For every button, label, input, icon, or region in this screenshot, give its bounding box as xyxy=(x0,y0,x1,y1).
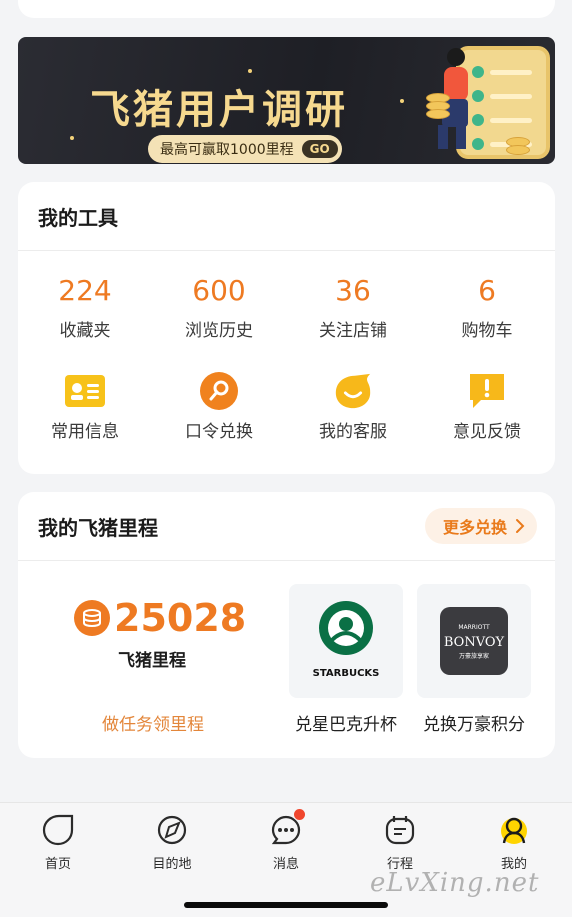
my-miles-card: 我的飞猪里程 更多兑换 25028 飞猪里程 做任务领里程 STARBUCKS … xyxy=(18,492,555,758)
home-icon xyxy=(41,813,75,847)
sparkle-dot xyxy=(70,136,74,140)
stat-label: 浏览历史 xyxy=(185,321,253,341)
svg-text:STARBUCKS: STARBUCKS xyxy=(313,668,380,679)
stat-value: 36 xyxy=(335,274,371,307)
miles-amount[interactable]: 25028 xyxy=(114,596,246,640)
tab-profile[interactable]: 我的 xyxy=(474,813,554,872)
destination-icon xyxy=(155,813,189,847)
svg-text:MARRIOTT: MARRIOTT xyxy=(458,624,490,631)
svg-text:BONVOY: BONVOY xyxy=(444,635,505,650)
starbucks-tile[interactable]: STARBUCKS xyxy=(289,584,403,698)
profile-icon xyxy=(497,813,531,847)
key-search-icon xyxy=(198,372,240,410)
chevron-right-icon xyxy=(516,519,525,533)
more-redeem-button[interactable]: 更多兑换 xyxy=(424,508,537,544)
tool-label: 我的客服 xyxy=(319,422,387,442)
marriott-label[interactable]: 兑换万豪积分 xyxy=(404,710,544,735)
tab-messages[interactable]: 消息 xyxy=(246,809,326,872)
tool-customer-service[interactable]: 我的客服 xyxy=(286,372,420,442)
go-button[interactable]: GO xyxy=(301,140,338,158)
bottom-tab-bar: 首页 目的地 消息 行程 我的 xyxy=(0,802,572,917)
more-redeem-label: 更多兑换 xyxy=(442,518,507,537)
tab-itinerary[interactable]: 行程 xyxy=(360,813,440,872)
miles-coin-icon xyxy=(74,600,110,636)
svg-text:万豪旅享家: 万豪旅享家 xyxy=(459,652,489,660)
watermark: eLvXing.net xyxy=(370,868,540,898)
tool-code-redeem[interactable]: 口令兑换 xyxy=(152,372,286,442)
id-card-icon xyxy=(64,372,106,410)
stat-favorites[interactable]: 224 收藏夹 xyxy=(18,274,152,341)
tab-destination[interactable]: 目的地 xyxy=(132,813,212,872)
my-miles-title: 我的飞猪里程 xyxy=(38,515,158,540)
tool-label: 常用信息 xyxy=(51,422,119,442)
tab-label: 目的地 xyxy=(152,857,192,872)
coin-icon xyxy=(506,145,530,155)
tool-feedback[interactable]: 意见反馈 xyxy=(420,372,554,442)
stat-label: 购物车 xyxy=(461,321,513,341)
my-tools-card: 我的工具 224 收藏夹 600 浏览历史 36 关注店铺 6 购物车 常用信息… xyxy=(18,182,555,474)
unread-badge xyxy=(294,809,305,820)
stat-value: 600 xyxy=(192,274,246,307)
tab-home[interactable]: 首页 xyxy=(18,813,98,872)
my-tools-title: 我的工具 xyxy=(38,205,118,230)
starbucks-label[interactable]: 兑星巴克升杯 xyxy=(276,710,416,735)
banner-title: 飞猪用户调研 xyxy=(90,87,348,133)
tab-label: 消息 xyxy=(272,857,299,872)
miles-amount-label: 飞猪里程 xyxy=(118,651,186,671)
banner-cta[interactable]: 最高可赢取1000里程 GO xyxy=(148,135,342,163)
sparkle-dot xyxy=(248,69,252,73)
marriott-tile[interactable]: MARRIOTT BONVOY 万豪旅享家 xyxy=(417,584,531,698)
tool-label: 意见反馈 xyxy=(453,422,521,442)
banner-subtitle: 最高可赢取1000里程 xyxy=(160,142,294,158)
message-icon xyxy=(269,809,305,847)
stat-cart[interactable]: 6 购物车 xyxy=(420,274,554,341)
customer-service-icon xyxy=(332,372,374,410)
tab-label: 首页 xyxy=(44,857,71,872)
itinerary-icon xyxy=(383,813,417,847)
survey-banner[interactable]: 飞猪用户调研 最高可赢取1000里程 GO xyxy=(18,37,555,164)
previous-card-bottom xyxy=(18,0,555,18)
earn-miles-link[interactable]: 做任务领里程 xyxy=(102,710,204,735)
tool-label: 口令兑换 xyxy=(185,422,253,442)
coin-icon xyxy=(426,109,450,119)
my-tools-header: 我的工具 xyxy=(18,182,555,251)
starbucks-logo-icon: STARBUCKS xyxy=(313,601,380,679)
sparkle-dot xyxy=(400,99,404,103)
feedback-icon xyxy=(466,372,508,410)
stat-value: 224 xyxy=(58,274,112,307)
stat-followed-shops[interactable]: 36 关注店铺 xyxy=(286,274,420,341)
home-indicator[interactable] xyxy=(184,902,388,908)
tool-common-info[interactable]: 常用信息 xyxy=(18,372,152,442)
stat-label: 关注店铺 xyxy=(319,321,387,341)
stat-history[interactable]: 600 浏览历史 xyxy=(152,274,286,341)
marriott-bonvoy-logo-icon: MARRIOTT BONVOY 万豪旅享家 xyxy=(440,607,508,675)
stat-value: 6 xyxy=(478,274,496,307)
stat-label: 收藏夹 xyxy=(59,321,111,341)
